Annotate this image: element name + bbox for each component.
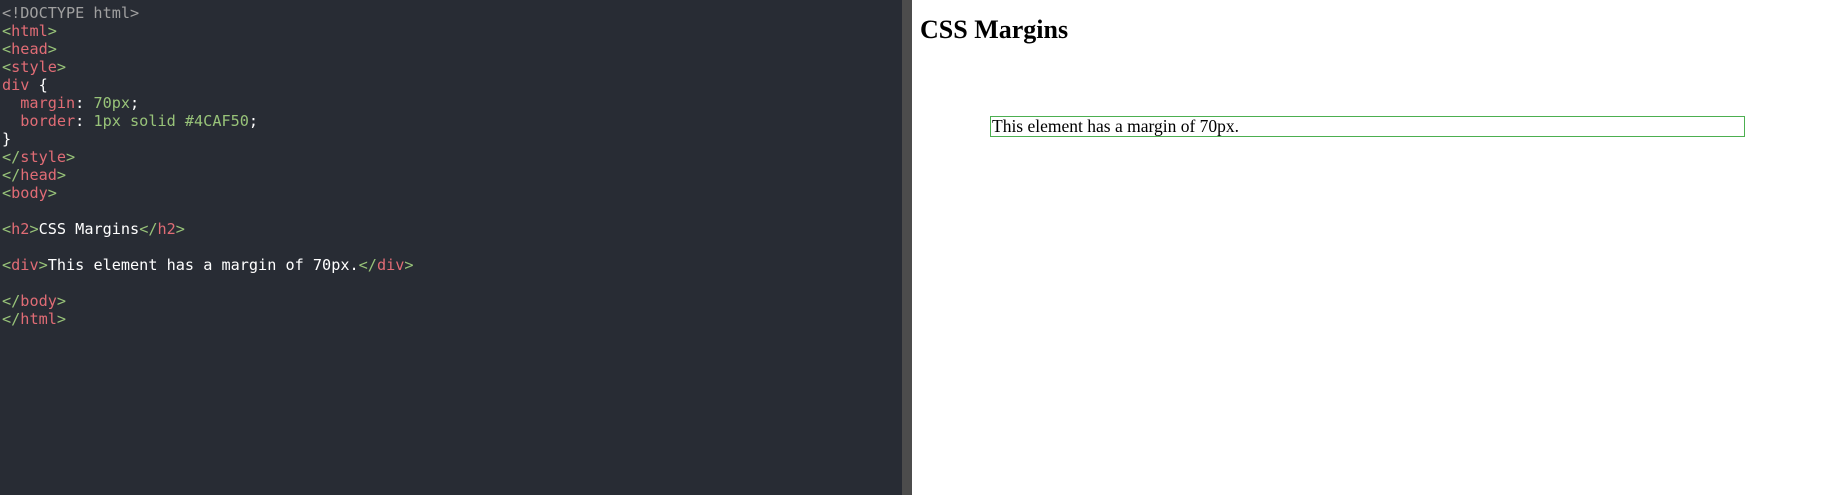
code-editor-text[interactable]: <!DOCTYPE html> <html> <head> <style> div { …: [2, 4, 414, 328]
result-preview-pane: CSS Margins This element has a margin of…: [912, 0, 1822, 495]
code-line: border: 1px solid #4CAF50;: [2, 112, 414, 130]
code-line: </html>: [2, 310, 414, 328]
preview-heading: CSS Margins: [920, 15, 1069, 44]
code-token-tag: html: [11, 22, 48, 40]
code-token-punct: <: [2, 22, 12, 40]
code-token-punct: <: [2, 40, 12, 58]
code-token-punct: >: [56, 166, 67, 184]
code-token-tag: html: [20, 310, 57, 328]
code-token-text: ;: [248, 112, 259, 130]
code-line: <html>: [2, 22, 414, 40]
code-token-punct: >: [56, 310, 67, 328]
code-token-text: }: [2, 130, 12, 148]
pane-splitter[interactable]: [902, 0, 912, 495]
code-token-tag: head: [11, 40, 48, 58]
code-token-tag: body: [11, 184, 48, 202]
code-token-text: This element has a margin of 70px.: [47, 256, 359, 274]
code-token-punct: >: [66, 148, 76, 166]
code-line: <head>: [2, 40, 414, 58]
code-token-punct: <: [2, 184, 12, 202]
code-token-punct: >: [56, 58, 67, 76]
code-token-punct: >: [175, 220, 185, 238]
code-token-punct: </: [358, 256, 377, 274]
code-token-text: ;: [130, 94, 140, 112]
code-token-punct: >: [38, 256, 48, 274]
code-line: <!DOCTYPE html>: [2, 4, 414, 22]
code-token-val: 1px solid #4CAF50: [93, 112, 249, 130]
code-editor-pane[interactable]: <!DOCTYPE html> <html> <head> <style> div { …: [0, 0, 902, 495]
code-line: }: [2, 130, 414, 148]
code-line: </body>: [2, 292, 414, 310]
code-token-punct: </: [2, 292, 21, 310]
code-token-tag: div: [376, 256, 405, 274]
code-token-text: CSS Margins: [38, 220, 140, 238]
code-line: div {: [2, 76, 414, 94]
code-token-punct: >: [29, 220, 39, 238]
code-line: </style>: [2, 148, 414, 166]
code-token-val: 70px: [93, 94, 131, 112]
code-token-prop: margin: [2, 94, 76, 112]
code-token-punct: </: [139, 220, 158, 238]
code-token-punct: >: [47, 22, 57, 40]
code-line: margin: 70px;: [2, 94, 414, 112]
code-token-punct: >: [56, 292, 67, 310]
code-token-tag: div: [11, 256, 39, 274]
code-token-tag: style: [11, 58, 57, 76]
code-token-text: {: [29, 76, 48, 94]
code-token-tag: body: [20, 292, 57, 310]
code-token-text: :: [75, 112, 94, 130]
code-token-tag: h2: [11, 220, 30, 238]
code-token-punct: <: [2, 220, 12, 238]
code-token-punct: </: [2, 310, 21, 328]
code-token-text: :: [75, 94, 94, 112]
code-token-punct: </: [2, 166, 21, 184]
code-token-tag: div: [2, 76, 30, 94]
code-token-punct: </: [2, 148, 21, 166]
code-token-punct: <: [2, 256, 12, 274]
tryit-editor: <!DOCTYPE html> <html> <head> <style> div { …: [0, 0, 1822, 495]
code-line: <h2>CSS Margins</h2>: [2, 220, 414, 238]
code-token-tag: h2: [157, 220, 176, 238]
code-token-punct: >: [404, 256, 414, 274]
code-token-doctype: <!DOCTYPE html>: [2, 4, 140, 22]
code-token-tag: style: [20, 148, 67, 166]
code-token-punct: >: [47, 184, 57, 202]
code-token-punct: <: [2, 58, 12, 76]
code-token-punct: >: [47, 40, 57, 58]
preview-margin-box: This element has a margin of 70px.: [990, 116, 1745, 137]
code-token-prop: border: [2, 112, 76, 130]
code-token-tag: head: [20, 166, 57, 184]
code-line: <div>This element has a margin of 70px.<…: [2, 256, 414, 274]
code-line: <style>: [2, 58, 414, 76]
code-line: </head>: [2, 166, 414, 184]
code-line: <body>: [2, 184, 414, 202]
